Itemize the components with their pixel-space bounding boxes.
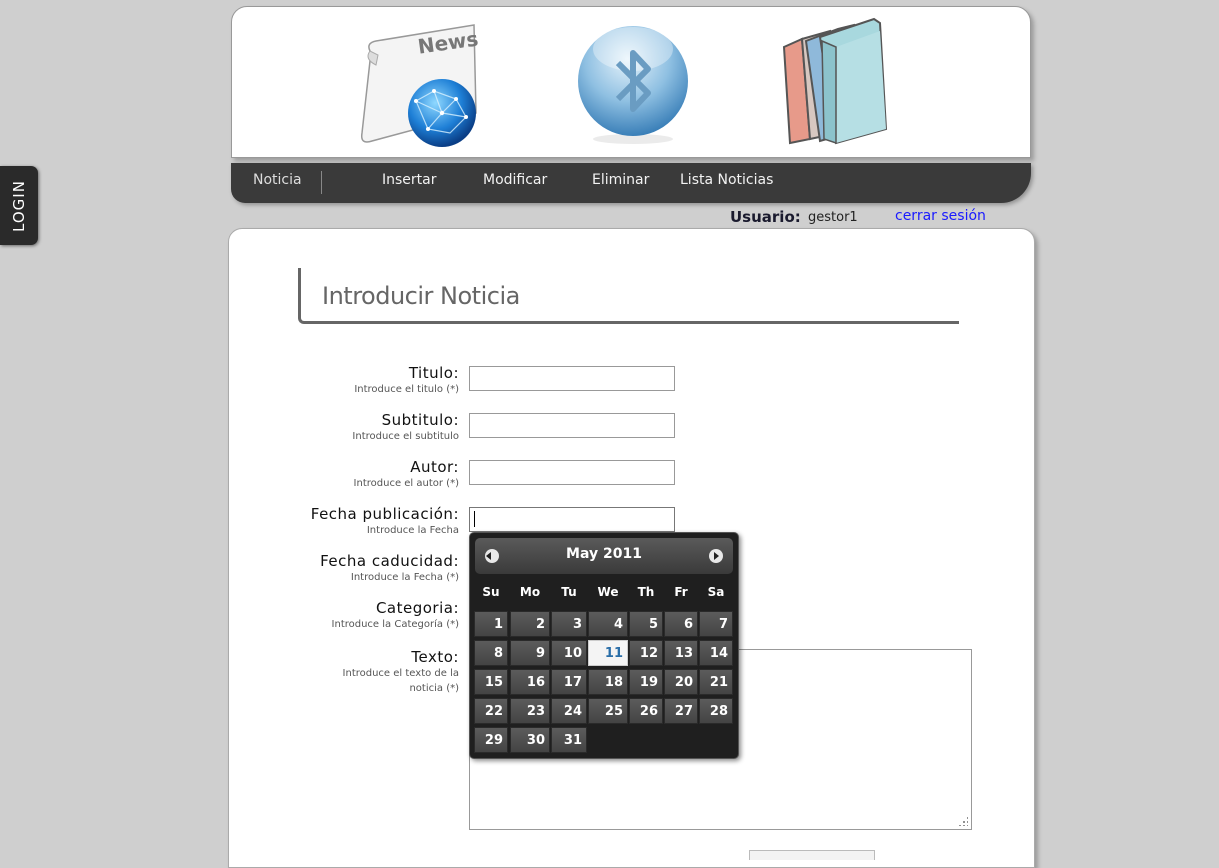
weekday-header: Tu <box>561 585 577 599</box>
subtitulo-input[interactable] <box>469 413 675 438</box>
weekday-header: Sa <box>707 585 725 599</box>
datepicker: May 2011 Su Mo Tu We Th Fr Sa 1 2 3 4 5 6 7 8 9 10 11 12 1… <box>469 532 739 759</box>
calendar-day[interactable]: 5 <box>629 611 663 637</box>
fecha-publicacion-hint: Introduce la Fecha <box>366 525 459 536</box>
titulo-input[interactable] <box>469 366 675 391</box>
calendar-day[interactable]: 28 <box>699 698 733 724</box>
calendar-day[interactable]: 8 <box>474 640 508 666</box>
weekday-header: Th <box>637 585 655 599</box>
calendar-day[interactable]: 18 <box>588 669 628 695</box>
calendar-day[interactable]: 23 <box>510 698 550 724</box>
calendar-day[interactable]: 3 <box>551 611 587 637</box>
datepicker-month-year: May 2011 <box>566 546 642 562</box>
user-label: Usuario: <box>730 208 801 226</box>
fecha-publicacion-label: Fecha publicación: <box>310 505 459 523</box>
text-caret <box>474 511 475 527</box>
nav-item-modificar[interactable]: Modificar <box>483 172 547 188</box>
submit-button[interactable] <box>749 850 875 860</box>
calendar-day[interactable]: 17 <box>551 669 587 695</box>
calendar-day[interactable]: 25 <box>588 698 628 724</box>
calendar-day[interactable]: 10 <box>551 640 587 666</box>
categoria-hint: Introduce la Categoría (*) <box>331 619 459 630</box>
autor-hint: Introduce el autor (*) <box>353 478 459 489</box>
page-title: Introducir Noticia <box>322 282 520 310</box>
weekday-header: We <box>597 585 619 599</box>
fecha-caducidad-hint: Introduce la Fecha (*) <box>350 572 459 583</box>
news-globe-icon[interactable]: News <box>358 21 478 147</box>
titulo-label: Titulo: <box>408 364 459 382</box>
calendar-day[interactable]: 13 <box>664 640 698 666</box>
calendar-day[interactable]: 1 <box>474 611 508 637</box>
bluetooth-icon[interactable] <box>576 19 690 145</box>
texto-hint-line2: noticia (*) <box>409 683 459 694</box>
login-tab[interactable]: LOGIN <box>0 166 38 245</box>
logout-link[interactable]: cerrar sesión <box>895 208 986 224</box>
calendar-day[interactable]: 2 <box>510 611 550 637</box>
fecha-caducidad-label: Fecha caducidad: <box>320 552 459 570</box>
calendar-day[interactable]: 22 <box>474 698 508 724</box>
fecha-publicacion-input[interactable] <box>469 507 675 532</box>
calendar-day[interactable]: 31 <box>551 727 587 753</box>
weekday-header: Mo <box>519 585 541 599</box>
main-nav: Noticia Insertar Modificar Eliminar List… <box>231 163 1031 203</box>
subtitulo-hint: Introduce el subtitulo <box>352 431 459 442</box>
nav-item-lista-noticias[interactable]: Lista Noticias <box>680 172 773 188</box>
calendar-day[interactable]: 16 <box>510 669 550 695</box>
calendar-day[interactable]: 26 <box>629 698 663 724</box>
user-name: gestor1 <box>808 210 858 225</box>
calendar-day[interactable]: 14 <box>699 640 733 666</box>
calendar-day-today[interactable]: 11 <box>588 640 628 666</box>
datepicker-header: May 2011 <box>475 538 733 574</box>
calendar-day[interactable]: 24 <box>551 698 587 724</box>
calendar-day[interactable]: 21 <box>699 669 733 695</box>
weekday-header: Su <box>482 585 500 599</box>
calendar-day[interactable]: 4 <box>588 611 628 637</box>
calendar-day[interactable]: 15 <box>474 669 508 695</box>
calendar-day[interactable]: 27 <box>664 698 698 724</box>
books-icon[interactable] <box>780 17 912 147</box>
calendar-day[interactable]: 6 <box>664 611 698 637</box>
categoria-label: Categoria: <box>375 599 459 617</box>
autor-label: Autor: <box>410 458 459 476</box>
resize-grip-icon[interactable] <box>958 816 968 826</box>
titulo-hint: Introduce el titulo (*) <box>354 384 459 395</box>
nav-item-insertar[interactable]: Insertar <box>382 172 437 188</box>
nav-item-noticia[interactable]: Noticia <box>253 172 302 188</box>
login-tab-label: LOGIN <box>10 179 28 232</box>
nav-divider <box>321 171 322 194</box>
calendar-day[interactable]: 20 <box>664 669 698 695</box>
nav-item-eliminar[interactable]: Eliminar <box>592 172 649 188</box>
next-month-icon[interactable] <box>709 549 723 563</box>
subtitulo-label: Subtitulo: <box>381 411 459 429</box>
texto-hint-line1: Introduce el texto de la <box>342 668 459 679</box>
header-banner: News <box>231 6 1031 158</box>
autor-input[interactable] <box>469 460 675 485</box>
weekday-header: Fr <box>674 585 688 599</box>
calendar-day[interactable]: 19 <box>629 669 663 695</box>
calendar-day[interactable]: 12 <box>629 640 663 666</box>
texto-label: Texto: <box>411 648 459 666</box>
calendar-day[interactable]: 29 <box>474 727 508 753</box>
calendar-day[interactable]: 30 <box>510 727 550 753</box>
calendar-day[interactable]: 9 <box>510 640 550 666</box>
calendar-day[interactable]: 7 <box>699 611 733 637</box>
